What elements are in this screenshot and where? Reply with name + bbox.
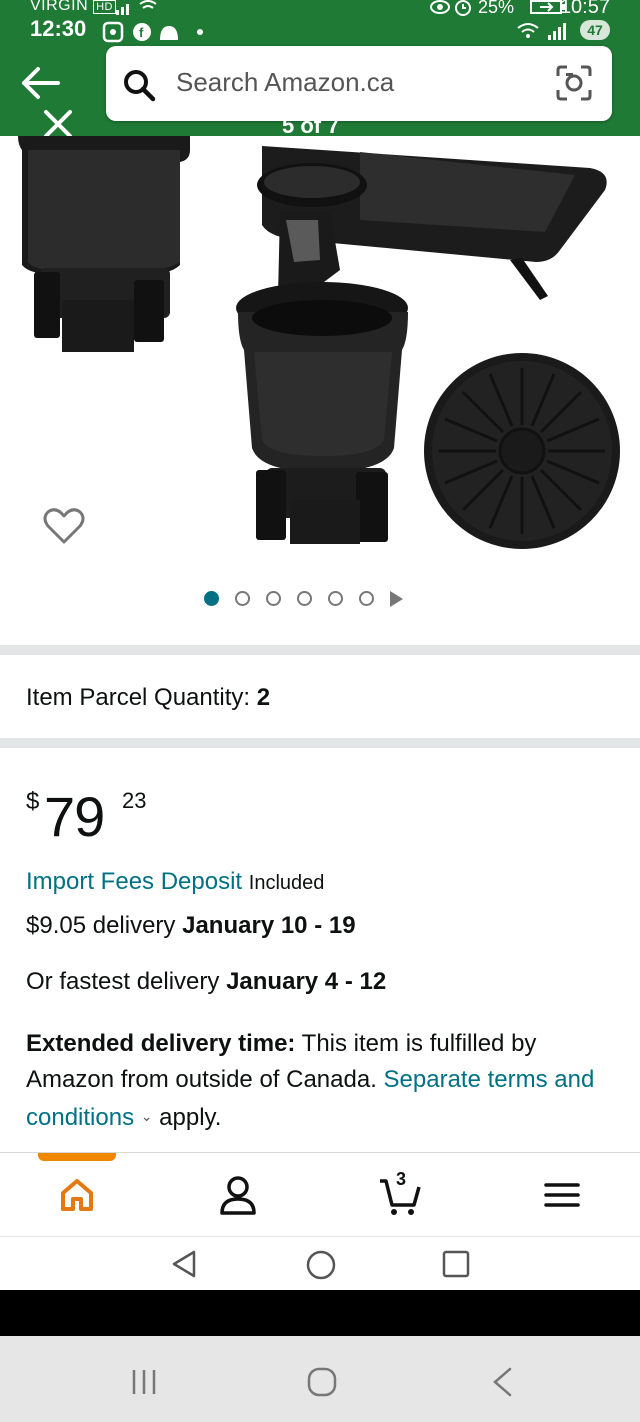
status-icons-left: f — [102, 21, 203, 43]
delivery-row: $9.05 delivery January 10 - 19 — [26, 912, 356, 940]
active-tab-indicator — [38, 1153, 116, 1161]
status-clock: 12:30 — [30, 16, 87, 41]
search-placeholder: Search Amazon.ca — [176, 67, 395, 97]
status-clock-secondary: 10:57 — [559, 0, 610, 18]
outer-nav-bar — [0, 1336, 640, 1422]
carrier-label: VIRGIN HD — [30, 0, 116, 15]
recents-icon[interactable] — [130, 1368, 158, 1396]
back-arrow-icon[interactable] — [18, 64, 62, 102]
back-chevron-icon[interactable] — [490, 1366, 514, 1398]
item-parcel-quantity: Item Parcel Quantity: 2 — [26, 684, 270, 712]
cart-count: 3 — [396, 1169, 407, 1189]
carousel-next-icon[interactable] — [390, 590, 403, 607]
home-icon[interactable] — [55, 1173, 99, 1217]
section-divider — [0, 645, 640, 655]
chevron-down-icon[interactable]: ⌄ — [141, 1108, 153, 1124]
fastest-delivery-label: Or fastest delivery — [26, 968, 220, 995]
extended-delivery-label: Extended delivery time: — [26, 1030, 296, 1057]
carousel-dot[interactable] — [204, 591, 219, 607]
eye-icon — [430, 0, 471, 16]
notification-badge: 47 — [580, 20, 610, 40]
bottom-nav — [0, 1152, 640, 1236]
quantity-value: 2 — [256, 684, 271, 711]
account-icon[interactable] — [216, 1173, 260, 1217]
price-currency: $ — [26, 788, 40, 815]
carousel-dot[interactable] — [297, 591, 312, 607]
wifi-signal-icon — [517, 23, 566, 40]
price-fraction: 23 — [122, 788, 147, 813]
product-image[interactable] — [0, 136, 640, 576]
carousel-dot[interactable] — [235, 591, 250, 607]
fastest-delivery-row: Or fastest delivery January 4 - 12 — [26, 968, 386, 996]
price-whole: 79 — [44, 785, 105, 848]
fastest-delivery-dates: January 4 - 12 — [226, 968, 387, 995]
carousel-dot[interactable] — [359, 591, 374, 607]
carousel-dot[interactable] — [266, 591, 281, 607]
import-fees-link[interactable]: Import Fees Deposit — [26, 868, 242, 895]
signal-icon — [116, 0, 157, 15]
camera-icon[interactable] — [554, 64, 594, 102]
search-input[interactable]: Search Amazon.ca — [106, 46, 612, 121]
import-fees-status: Included — [248, 872, 325, 894]
import-fees-row: Import Fees Deposit Included — [26, 868, 324, 896]
delivery-dates: January 10 - 19 — [182, 912, 356, 939]
extended-delivery-notice: Extended delivery time: This item is ful… — [26, 1026, 626, 1136]
screen-divider — [0, 1290, 640, 1336]
carousel-dot[interactable] — [328, 591, 343, 607]
home-button-icon[interactable] — [306, 1366, 338, 1398]
system-home-icon[interactable] — [305, 1249, 337, 1281]
battery-percent: 25% — [478, 0, 515, 17]
search-icon — [124, 70, 156, 102]
system-nav-bar — [0, 1236, 640, 1290]
quantity-label: Item Parcel Quantity: — [26, 684, 251, 711]
system-recents-icon[interactable] — [442, 1250, 470, 1278]
extended-delivery-suffix: apply. — [159, 1104, 222, 1131]
heart-icon[interactable] — [42, 506, 86, 546]
svg-text:f: f — [139, 25, 144, 40]
section-divider — [0, 738, 640, 748]
image-carousel-dots[interactable] — [204, 590, 403, 610]
delivery-price: $9.05 delivery — [26, 912, 176, 939]
app-header: VIRGIN HD 12:30 f 25% 10:57 47 Search Am… — [0, 0, 640, 138]
system-back-icon[interactable] — [170, 1249, 198, 1279]
menu-icon[interactable] — [540, 1173, 584, 1217]
